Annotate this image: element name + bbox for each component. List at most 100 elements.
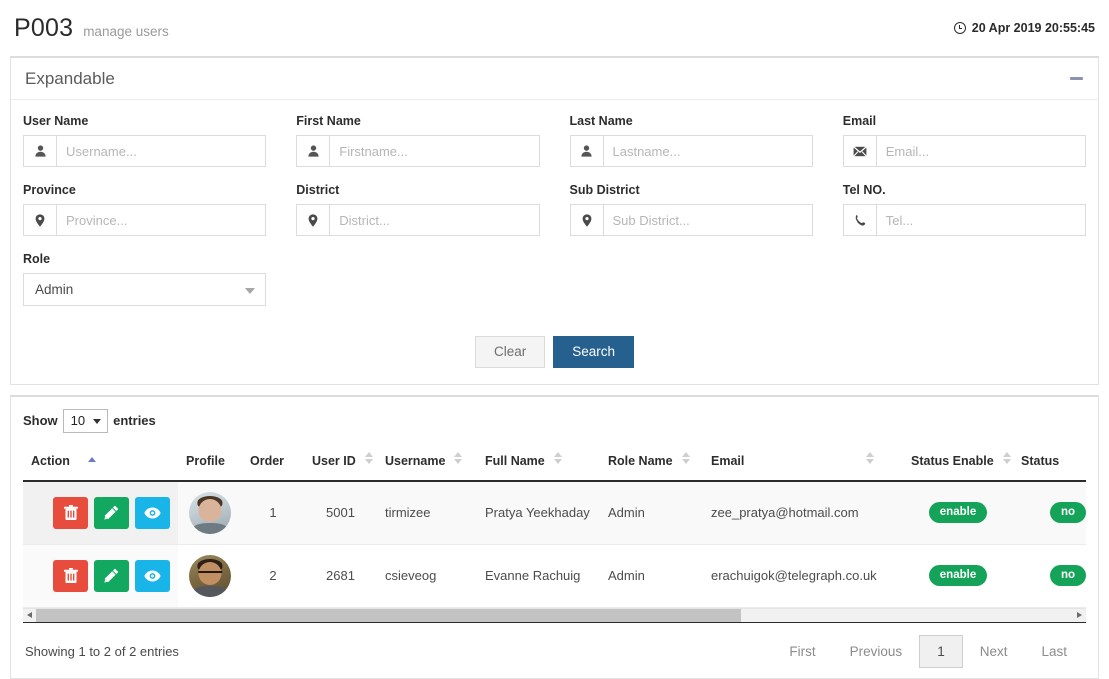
role-select[interactable]: Admin (23, 273, 267, 306)
email-cell: zee_pratya@hotmail.com (703, 480, 903, 545)
search-input[interactable] (57, 136, 266, 166)
edit-button[interactable] (94, 559, 129, 592)
user-icon (297, 136, 331, 166)
clear-button[interactable]: Clear (474, 336, 546, 368)
status-badge: enable (928, 564, 988, 587)
email-input[interactable] (876, 136, 1085, 166)
label-user-name: User Name (23, 114, 89, 128)
column-header-order[interactable]: Order (242, 444, 304, 482)
label-role: Role (23, 252, 51, 266)
pagination: First Previous 1 Next Last (772, 634, 1084, 668)
search-panel-header: Expandable (11, 58, 1098, 100)
input-group-district (296, 204, 540, 236)
column-header-status[interactable]: Status (1013, 444, 1086, 482)
user-id-cell: 2681 (304, 544, 377, 608)
tel-input[interactable] (876, 205, 1085, 235)
label-last-name: Last Name (569, 114, 633, 128)
field-email: Email (842, 114, 1086, 167)
full-name-cell: Evanne Rachuig (477, 544, 600, 608)
table-length-control: Show 10 entries (23, 408, 1086, 433)
column-header-action[interactable]: Action (23, 444, 178, 482)
column-label-order: Order (250, 453, 285, 468)
user-icon (24, 136, 57, 166)
field-first-name: First Name (296, 114, 540, 167)
page-subtitle: manage users (83, 23, 169, 39)
user-icon (570, 136, 604, 166)
status-badge: no (1049, 501, 1086, 524)
district-input[interactable] (330, 205, 539, 235)
search-panel: Expandable User Name First Name (10, 56, 1099, 385)
label-province: Province (23, 183, 76, 197)
input-group-email (842, 135, 1086, 167)
avatar (189, 491, 231, 534)
users-table: Action Profile Order User ID Username Fu… (23, 444, 1086, 608)
sort-icon (364, 451, 373, 464)
datetime-display: 20 Apr 2019 20:55:45 (953, 21, 1095, 35)
column-header-full-name[interactable]: Full Name (477, 444, 600, 482)
pagination-first[interactable]: First (772, 635, 832, 668)
full-name-cell: Pratya Yeekhaday (477, 480, 600, 545)
users-table-body: Show 10 entries Action Profile Order Use… (11, 397, 1098, 678)
column-label-user-id: User ID (312, 453, 356, 468)
caret-left-icon[interactable] (23, 608, 36, 622)
role-select-value: Admin (35, 282, 74, 297)
profile-cell (178, 480, 242, 545)
sort-icon (866, 451, 875, 464)
entries-label: entries (113, 413, 156, 428)
view-button[interactable] (135, 496, 170, 529)
table-row: 1 5001 tirmizee Pratya Yeekhaday Admin z… (23, 480, 1086, 545)
field-user-name: User Name (23, 114, 267, 167)
view-button[interactable] (135, 559, 170, 592)
column-header-user-id[interactable]: User ID (304, 444, 377, 482)
table-header: Action Profile Order User ID Username Fu… (23, 444, 1086, 482)
input-group-tel-no (842, 204, 1086, 236)
column-header-email[interactable]: Email (703, 444, 903, 482)
minus-icon (1069, 77, 1083, 80)
column-label-full-name: Full Name (485, 453, 545, 468)
column-label-action: Action (31, 453, 70, 468)
scrollbar-thumb[interactable] (36, 608, 742, 622)
first-name-input[interactable] (330, 136, 539, 166)
label-sub-district: Sub District (569, 183, 640, 197)
horizontal-scrollbar[interactable] (23, 607, 1086, 622)
collapse-panel-button[interactable] (1068, 71, 1084, 87)
last-name-input[interactable] (603, 136, 812, 166)
column-label-profile: Profile (186, 453, 225, 468)
search-actions: Clear Search (23, 336, 1086, 368)
column-label-email: Email (711, 453, 745, 468)
edit-button[interactable] (94, 496, 129, 529)
field-role: Role Admin (23, 252, 267, 306)
show-label: Show (23, 413, 58, 428)
column-header-role-name[interactable]: Role Name (600, 444, 703, 482)
username-cell: tirmizee (377, 480, 477, 545)
pagination-previous[interactable]: Previous (833, 635, 920, 668)
envelope-icon (843, 136, 877, 166)
page-header: P003 manage users 20 Apr 2019 20:55:45 (0, 0, 1109, 56)
caret-right-icon[interactable] (1073, 608, 1086, 622)
delete-button[interactable] (53, 559, 88, 592)
table-body: 1 5001 tirmizee Pratya Yeekhaday Admin z… (23, 480, 1086, 608)
province-input[interactable] (57, 205, 266, 235)
order-cell: 1 (242, 480, 304, 545)
column-header-status-enable[interactable]: Status Enable (903, 444, 1013, 482)
scrollbar-track[interactable] (36, 608, 1073, 622)
search-form-grid: User Name First Name (23, 114, 1086, 322)
search-button[interactable]: Search (553, 336, 635, 368)
status-badge: enable (928, 501, 988, 524)
map-marker-icon (24, 205, 57, 235)
column-header-username[interactable]: Username (377, 444, 477, 482)
datetime-text: 20 Apr 2019 20:55:45 (971, 21, 1095, 35)
sub-district-input[interactable] (603, 205, 812, 235)
pagination-page-1[interactable]: 1 (919, 634, 963, 668)
pagination-last[interactable]: Last (1024, 635, 1084, 668)
pagination-next[interactable]: Next (963, 635, 1025, 668)
entries-per-page-value: 10 (70, 413, 86, 428)
field-sub-district: Sub District (569, 183, 813, 236)
map-marker-icon (570, 205, 604, 235)
column-header-profile[interactable]: Profile (178, 444, 242, 482)
entries-per-page-select[interactable]: 10 (62, 408, 109, 433)
user-id-cell: 5001 (304, 480, 377, 545)
label-email: Email (842, 114, 877, 128)
delete-button[interactable] (53, 496, 88, 529)
input-group-sub-district (569, 204, 813, 236)
